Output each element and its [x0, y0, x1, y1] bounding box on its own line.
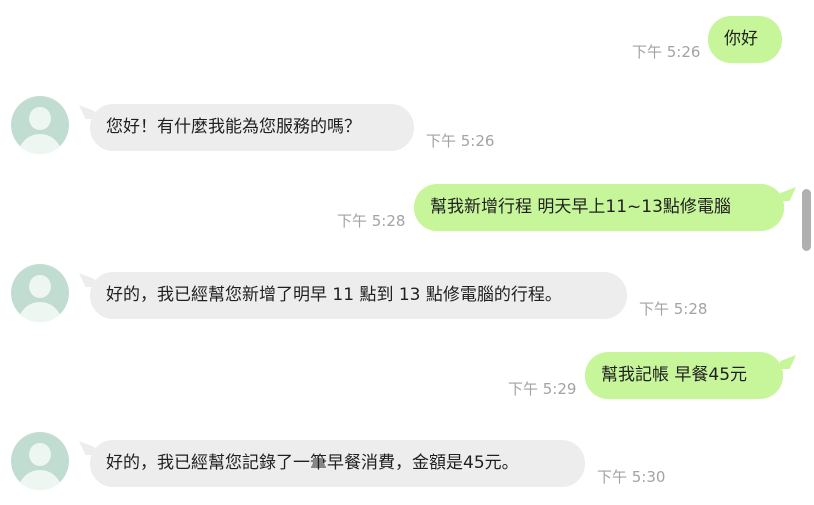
- bot-avatar-icon: [11, 264, 69, 322]
- user-message-bubble: 幫我新增行程 明天早上11~13點修電腦: [414, 184, 784, 231]
- message-timestamp: 下午 5:30: [597, 468, 666, 486]
- message-timestamp: 下午 5:28: [337, 212, 406, 230]
- message-timestamp: 下午 5:29: [508, 380, 577, 398]
- message-text: 你好: [724, 29, 758, 49]
- message-text: 您好！有什麼我能為您服務的嗎？: [106, 117, 361, 137]
- bot-message-bubble: 您好！有什麼我能為您服務的嗎？: [90, 104, 414, 151]
- user-message-bubble: 你好: [708, 16, 782, 63]
- message-text: 幫我記帳 早餐45元: [601, 365, 748, 385]
- message-text: 幫我新增行程 明天早上11~13點修電腦: [430, 197, 731, 217]
- user-message-bubble: 幫我記帳 早餐45元: [585, 352, 783, 399]
- message-text: 好的，我已經幫您記錄了一筆早餐消費，金額是45元。: [106, 453, 519, 473]
- scrollbar-thumb[interactable]: [802, 189, 811, 251]
- message-timestamp: 下午 5:26: [426, 132, 495, 150]
- bot-message-bubble: 好的，我已經幫您記錄了一筆早餐消費，金額是45元。: [90, 440, 585, 487]
- chat-window: 你好 下午 5:26 您好！有什麼我能為您服務的嗎？ 下午 5:26 幫我新增行…: [0, 0, 814, 505]
- message-timestamp: 下午 5:28: [639, 300, 708, 318]
- bot-message-bubble: 好的，我已經幫您新增了明早 11 點到 13 點修電腦的行程。: [90, 272, 627, 319]
- bubble-tail: [780, 355, 796, 369]
- bot-avatar-icon: [11, 96, 69, 154]
- message-timestamp: 下午 5:26: [632, 43, 701, 61]
- message-text: 好的，我已經幫您新增了明早 11 點到 13 點修電腦的行程。: [106, 285, 562, 305]
- bot-avatar-icon: [11, 432, 69, 490]
